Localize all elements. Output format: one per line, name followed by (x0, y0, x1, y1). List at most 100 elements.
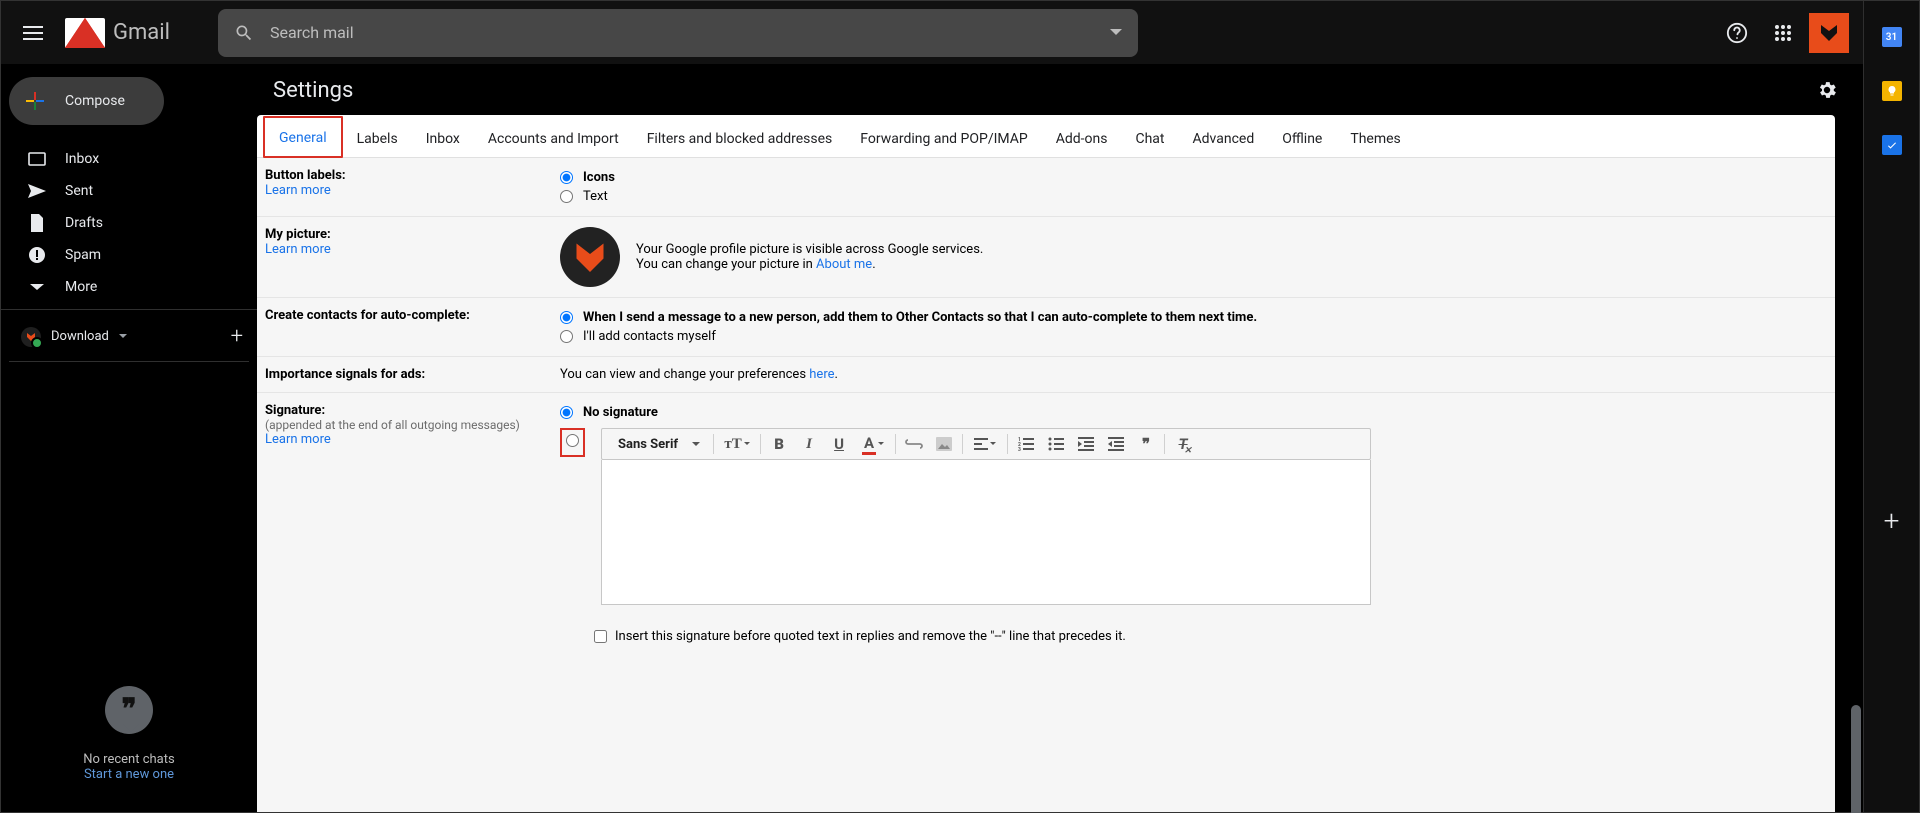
nav-label: Sent (65, 183, 93, 199)
about-me-link[interactable]: About me (816, 257, 872, 272)
svg-text:3: 3 (1018, 447, 1021, 451)
radio-button-labels-text[interactable]: Text (560, 187, 1827, 206)
download-label: Download (51, 329, 109, 344)
tab-inbox[interactable]: Inbox (412, 119, 474, 157)
add-icon[interactable]: + (231, 324, 243, 349)
ads-here-link[interactable]: here (809, 367, 834, 382)
content-area: Settings General Labels Inbox Accounts a… (257, 65, 1863, 812)
hangouts-icon (105, 686, 153, 734)
remove-formatting-icon[interactable]: T✕ (1168, 430, 1198, 458)
section-auto-complete: Create contacts for auto-complete: (265, 308, 544, 323)
tab-filters[interactable]: Filters and blocked addresses (633, 119, 847, 157)
section-signature: Signature: (265, 403, 544, 418)
side-panel-add-icon[interactable]: + (1884, 464, 1900, 537)
help-icon[interactable] (1717, 13, 1757, 53)
nav-spam[interactable]: Spam (1, 239, 257, 271)
tab-addons[interactable]: Add-ons (1042, 119, 1122, 157)
sent-icon (27, 181, 47, 201)
signature-toolbar: Sans Serif тТ B I U A (601, 428, 1371, 460)
profile-picture-icon (560, 227, 620, 287)
learn-more-link[interactable]: Learn more (265, 183, 331, 198)
tab-forwarding[interactable]: Forwarding and POP/IMAP (846, 119, 1041, 157)
radio-no-signature[interactable]: No signature (560, 403, 1827, 422)
bulleted-list-icon[interactable] (1041, 430, 1071, 458)
insert-signature-text: Insert this signature before quoted text… (615, 629, 1126, 644)
scrollbar-thumb[interactable] (1851, 705, 1861, 813)
bold-icon[interactable]: B (764, 430, 794, 458)
nav-drafts[interactable]: Drafts (1, 207, 257, 239)
tab-chat[interactable]: Chat (1121, 119, 1178, 157)
quote-icon[interactable]: ❞ (1131, 430, 1161, 458)
indent-more-icon[interactable] (1101, 430, 1131, 458)
underline-icon[interactable]: U (824, 430, 854, 458)
nav-inbox[interactable]: Inbox (1, 143, 257, 175)
radio-auto-complete-auto[interactable]: When I send a message to a new person, a… (560, 308, 1827, 327)
image-icon[interactable] (929, 430, 959, 458)
search-input[interactable] (270, 23, 1094, 42)
tab-themes[interactable]: Themes (1336, 119, 1414, 157)
page-title: Settings (273, 78, 353, 103)
signature-editor[interactable] (601, 460, 1371, 605)
apps-grid-icon[interactable] (1763, 13, 1803, 53)
tab-labels[interactable]: Labels (343, 119, 412, 157)
tab-general[interactable]: General (263, 116, 343, 158)
search-options-icon[interactable] (1110, 29, 1122, 37)
radio-signature-enable[interactable] (560, 428, 585, 457)
spam-icon (27, 245, 47, 265)
nav-more[interactable]: More (1, 271, 257, 303)
settings-tabs: General Labels Inbox Accounts and Import… (257, 115, 1835, 158)
compose-button[interactable]: Compose (9, 77, 164, 125)
compose-plus-icon (23, 89, 47, 113)
nav-label: Spam (65, 247, 101, 263)
learn-more-link[interactable]: Learn more (265, 242, 331, 257)
insert-signature-checkbox[interactable] (594, 630, 607, 643)
left-sidebar: Compose Inbox Sent Drafts Spam (1, 65, 257, 812)
section-ads: Importance signals for ads: (265, 367, 544, 382)
nav-sent[interactable]: Sent (1, 175, 257, 207)
link-icon[interactable] (899, 430, 929, 458)
inbox-icon (27, 149, 47, 169)
gmail-logo-text: Gmail (113, 20, 170, 45)
main-menu-icon[interactable] (9, 9, 57, 57)
hangouts-empty-text: No recent chats (1, 752, 257, 767)
radio-auto-complete-manual[interactable]: I'll add contacts myself (560, 327, 1827, 346)
radio-button-labels-icons[interactable]: Icons (560, 168, 1827, 187)
picture-visibility-text: Your Google profile picture is visible a… (636, 242, 983, 257)
calendar-icon[interactable]: 31 (1882, 27, 1902, 47)
compose-label: Compose (65, 93, 125, 109)
indent-less-icon[interactable] (1071, 430, 1101, 458)
nav-label: Inbox (65, 151, 99, 167)
chevron-down-icon (27, 277, 47, 297)
hangouts-section: No recent chats Start a new one (1, 686, 257, 812)
font-select[interactable]: Sans Serif (608, 437, 710, 452)
learn-more-link[interactable]: Learn more (265, 432, 331, 447)
tab-advanced[interactable]: Advanced (1179, 119, 1269, 157)
tab-offline[interactable]: Offline (1268, 119, 1336, 157)
signature-help-text: (appended at the end of all outgoing mes… (265, 418, 544, 432)
scrollbar[interactable] (1849, 115, 1863, 812)
italic-icon[interactable]: I (794, 430, 824, 458)
hangouts-start-link[interactable]: Start a new one (1, 767, 257, 782)
search-box[interactable] (218, 9, 1138, 57)
search-icon (234, 23, 254, 43)
section-my-picture: My picture: (265, 227, 544, 242)
google-side-panel: 31 + (1863, 1, 1919, 812)
nav-label: Drafts (65, 215, 103, 231)
drafts-icon (27, 213, 47, 233)
nav-label: More (65, 279, 97, 295)
tasks-icon[interactable] (1882, 135, 1902, 155)
tab-accounts[interactable]: Accounts and Import (474, 119, 633, 157)
gear-icon[interactable] (1807, 70, 1847, 110)
align-icon[interactable] (966, 430, 1004, 458)
section-button-labels: Button labels: (265, 168, 544, 183)
font-size-icon[interactable]: тТ (717, 430, 757, 458)
app-header: Gmail (1, 1, 1863, 65)
account-avatar-icon[interactable] (1809, 13, 1849, 53)
download-section[interactable]: Download + (1, 316, 257, 357)
text-color-icon[interactable]: A (854, 430, 892, 458)
profile-small-icon (21, 327, 41, 347)
numbered-list-icon[interactable]: 123 (1011, 430, 1041, 458)
chevron-down-icon (119, 334, 127, 340)
keep-icon[interactable] (1882, 81, 1902, 101)
gmail-logo[interactable]: Gmail (65, 18, 170, 48)
